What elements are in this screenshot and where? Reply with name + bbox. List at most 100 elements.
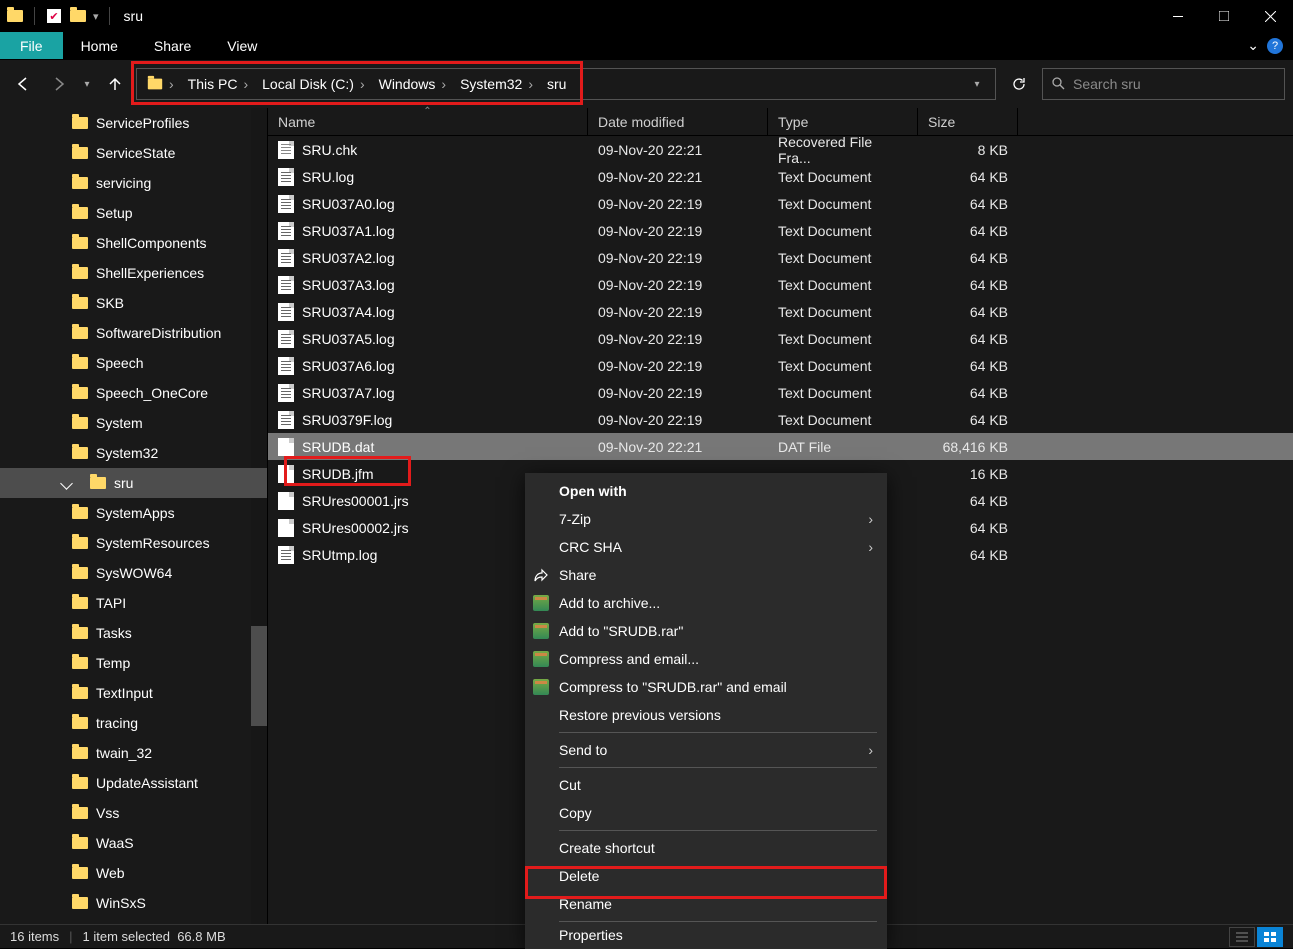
tree-item[interactable]: sru — [0, 468, 267, 498]
ctx-delete[interactable]: Delete — [525, 862, 887, 890]
breadcrumb-this-pc[interactable]: This PC› — [182, 76, 256, 92]
tree-item[interactable]: WinSxS — [0, 888, 267, 918]
forward-button[interactable] — [44, 69, 74, 99]
tree-item[interactable]: twain_32 — [0, 738, 267, 768]
tree-item-label: Temp — [96, 655, 130, 671]
maximize-button[interactable] — [1201, 0, 1247, 32]
ctx-add-rar[interactable]: Add to "SRUDB.rar" — [525, 617, 887, 645]
file-date: 09-Nov-20 22:19 — [588, 250, 768, 266]
file-row[interactable]: SRU037A3.log09-Nov-20 22:19Text Document… — [268, 271, 1293, 298]
folder-icon — [72, 807, 88, 819]
ctx-compress-rar-email[interactable]: Compress to "SRUDB.rar" and email — [525, 673, 887, 701]
tree-item[interactable]: Tasks — [0, 618, 267, 648]
refresh-button[interactable] — [1002, 68, 1036, 100]
tree-item[interactable]: ServiceProfiles — [0, 108, 267, 138]
ctx-compress-email[interactable]: Compress and email... — [525, 645, 887, 673]
tree-item[interactable]: TAPI — [0, 588, 267, 618]
tree-item[interactable]: ServiceState — [0, 138, 267, 168]
file-row[interactable]: SRU037A1.log09-Nov-20 22:19Text Document… — [268, 217, 1293, 244]
file-row[interactable]: SRU037A7.log09-Nov-20 22:19Text Document… — [268, 379, 1293, 406]
rar-icon — [531, 677, 551, 697]
column-size[interactable]: Size — [918, 108, 1018, 135]
breadcrumb-local-disk[interactable]: Local Disk (C:)› — [256, 76, 372, 92]
tree-item[interactable]: SoftwareDistribution — [0, 318, 267, 348]
tree-item-label: SysWOW64 — [96, 565, 172, 581]
tree-item[interactable]: Setup — [0, 198, 267, 228]
tree-item-label: sru — [114, 475, 133, 491]
address-bar[interactable]: › This PC› Local Disk (C:)› Windows› Sys… — [136, 68, 996, 100]
file-row[interactable]: SRU037A2.log09-Nov-20 22:19Text Document… — [268, 244, 1293, 271]
close-button[interactable] — [1247, 0, 1293, 32]
ribbon: File Home Share View ⌄ ? — [0, 32, 1293, 60]
breadcrumb-system32[interactable]: System32› — [454, 76, 541, 92]
ctx-send-to[interactable]: Send to› — [525, 736, 887, 764]
breadcrumb-sru[interactable]: sru — [541, 76, 572, 92]
address-dropdown[interactable]: ▾ — [963, 70, 991, 98]
tree-item[interactable]: System32 — [0, 438, 267, 468]
column-date[interactable]: Date modified — [588, 108, 768, 135]
tree-item[interactable]: Web — [0, 858, 267, 888]
ctx-open-with[interactable]: Open with — [525, 477, 887, 505]
tree-item[interactable]: SKB — [0, 288, 267, 318]
properties-qat-icon[interactable]: ✔ — [45, 7, 63, 25]
tree-item[interactable]: ShellComponents — [0, 228, 267, 258]
help-icon[interactable]: ? — [1267, 38, 1283, 54]
tree-item[interactable]: Speech_OneCore — [0, 378, 267, 408]
tree-item[interactable]: Speech — [0, 348, 267, 378]
breadcrumb-windows[interactable]: Windows› — [373, 76, 454, 92]
back-button[interactable] — [8, 69, 38, 99]
ctx-copy[interactable]: Copy — [525, 799, 887, 827]
search-input[interactable] — [1073, 76, 1276, 92]
file-row[interactable]: SRU037A5.log09-Nov-20 22:19Text Document… — [268, 325, 1293, 352]
tree-item[interactable]: tracing — [0, 708, 267, 738]
tab-share[interactable]: Share — [136, 32, 209, 59]
ctx-7zip[interactable]: 7-Zip› — [525, 505, 887, 533]
file-name: SRU037A0.log — [302, 196, 395, 212]
file-type: Text Document — [768, 277, 918, 293]
ctx-restore-versions[interactable]: Restore previous versions — [525, 701, 887, 729]
tab-home[interactable]: Home — [63, 32, 136, 59]
tree-item[interactable]: UpdateAssistant — [0, 768, 267, 798]
ctx-crc-sha[interactable]: CRC SHA› — [525, 533, 887, 561]
view-details-button[interactable] — [1229, 927, 1255, 947]
column-name[interactable]: Name⌃ — [268, 108, 588, 135]
tab-view[interactable]: View — [209, 32, 275, 59]
tab-file[interactable]: File — [0, 32, 63, 59]
ctx-add-archive[interactable]: Add to archive... — [525, 589, 887, 617]
tree-item[interactable]: WaaS — [0, 828, 267, 858]
ctx-share[interactable]: Share — [525, 561, 887, 589]
file-row[interactable]: SRU037A4.log09-Nov-20 22:19Text Document… — [268, 298, 1293, 325]
ctx-create-shortcut[interactable]: Create shortcut — [525, 834, 887, 862]
minimize-button[interactable] — [1155, 0, 1201, 32]
breadcrumb-icon[interactable]: › — [141, 76, 182, 92]
file-row[interactable]: SRUDB.dat09-Nov-20 22:21DAT File68,416 K… — [268, 433, 1293, 460]
file-row[interactable]: SRU.log09-Nov-20 22:21Text Document64 KB — [268, 163, 1293, 190]
tree-item[interactable]: Temp — [0, 648, 267, 678]
tree-item[interactable]: System — [0, 408, 267, 438]
file-row[interactable]: SRU0379F.log09-Nov-20 22:19Text Document… — [268, 406, 1293, 433]
ctx-properties[interactable]: Properties — [525, 925, 887, 945]
navigation-tree[interactable]: ServiceProfilesServiceStateservicingSetu… — [0, 108, 268, 924]
column-type[interactable]: Type — [768, 108, 918, 135]
folder-qat-icon[interactable] — [69, 7, 87, 25]
up-button[interactable] — [100, 69, 130, 99]
file-name: SRU037A1.log — [302, 223, 395, 239]
tree-item[interactable]: TextInput — [0, 678, 267, 708]
tree-item[interactable]: ShellExperiences — [0, 258, 267, 288]
view-large-icons-button[interactable] — [1257, 927, 1283, 947]
tree-item[interactable]: SystemResources — [0, 528, 267, 558]
tree-item[interactable]: SystemApps — [0, 498, 267, 528]
ctx-rename[interactable]: Rename — [525, 890, 887, 918]
chevron-down-icon[interactable]: ⌄ — [1247, 37, 1259, 54]
search-box[interactable] — [1042, 68, 1285, 100]
file-row[interactable]: SRU.chk09-Nov-20 22:21Recovered File Fra… — [268, 136, 1293, 163]
recent-dropdown[interactable]: ▾ — [80, 69, 94, 99]
tree-item[interactable]: SysWOW64 — [0, 558, 267, 588]
file-row[interactable]: SRU037A0.log09-Nov-20 22:19Text Document… — [268, 190, 1293, 217]
menu-separator — [559, 767, 877, 768]
file-name: SRUDB.jfm — [302, 466, 374, 482]
tree-item[interactable]: servicing — [0, 168, 267, 198]
file-row[interactable]: SRU037A6.log09-Nov-20 22:19Text Document… — [268, 352, 1293, 379]
ctx-cut[interactable]: Cut — [525, 771, 887, 799]
tree-item[interactable]: Vss — [0, 798, 267, 828]
